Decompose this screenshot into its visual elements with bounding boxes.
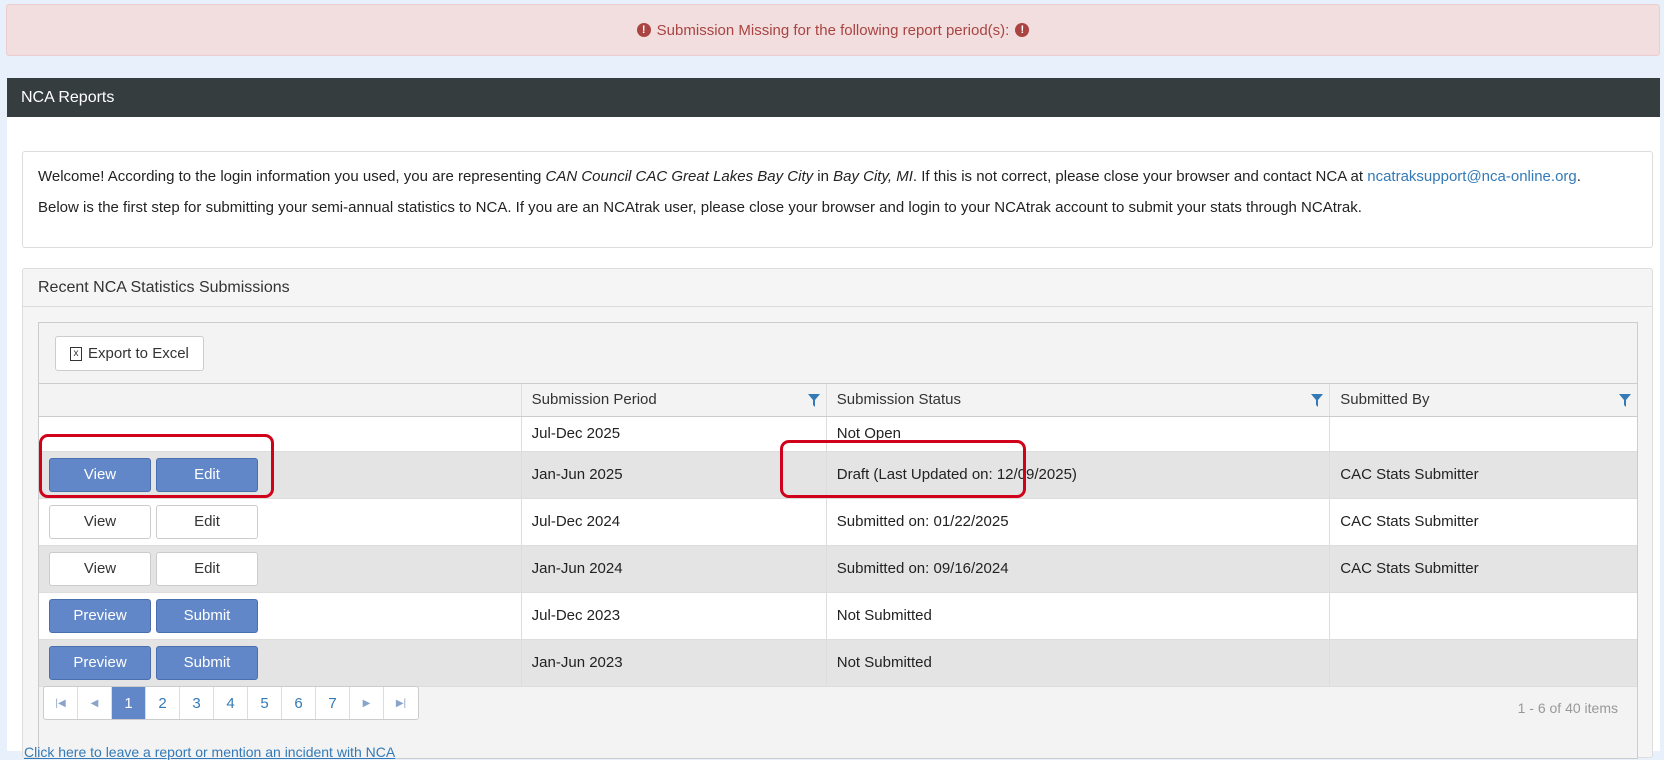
page-button-1[interactable]: 1: [112, 687, 146, 719]
edit-button[interactable]: Edit: [156, 551, 258, 586]
welcome-text-part: Welcome! According to the login informat…: [38, 168, 546, 185]
grid-toolbar: x Export to Excel: [39, 323, 1637, 384]
support-email-link[interactable]: ncatraksupport@nca-online.org: [1367, 168, 1577, 185]
welcome-text-part: .: [1576, 168, 1581, 185]
page-button-2[interactable]: 2: [146, 687, 180, 719]
row-actions-cell: View Edit: [39, 545, 522, 593]
table-header-row: Submission Period Submission Status Subm…: [39, 384, 1637, 417]
table-row: View Edit Jan-Jun 2025 Draft (Last Update…: [39, 451, 1637, 499]
period-cell: Jul-Dec 2025: [521, 416, 827, 452]
panel-title: NCA Reports: [7, 78, 1660, 117]
items-count: 1 - 6 of 40 items: [1517, 700, 1618, 716]
welcome-text: Welcome! According to the login informat…: [38, 168, 1637, 186]
period-cell: Jan-Jun 2023: [521, 639, 827, 687]
submitted-by-cell: CAC Stats Submitter: [1329, 545, 1637, 593]
exclamation-circle-icon: !: [1015, 23, 1030, 37]
export-label: Export to Excel: [88, 345, 189, 362]
edit-button[interactable]: Edit: [156, 457, 258, 492]
column-header-actions: [39, 384, 522, 417]
alert-text: Submission Missing for the following rep…: [656, 21, 1010, 39]
organization-name: CAN Council CAC Great Lakes Bay City: [545, 168, 814, 185]
column-header-label: Submission Status: [836, 391, 961, 409]
table-row: Preview Submit Jan-Jun 2023 Not Submitted: [39, 639, 1637, 687]
welcome-text-part: . If this is not correct, please close y…: [912, 168, 1368, 185]
submitted-by-cell: [1329, 592, 1637, 640]
submissions-table: Submission Period Submission Status Subm…: [39, 384, 1637, 687]
report-incident-link[interactable]: Click here to leave a report or mention …: [24, 744, 395, 760]
preview-button[interactable]: Preview: [49, 598, 151, 633]
status-cell: Draft (Last Updated on: 12/09/2025): [826, 451, 1331, 499]
column-header-label: Submitted By: [1340, 391, 1430, 409]
edit-button[interactable]: Edit: [156, 504, 258, 539]
exclamation-circle-icon: !: [636, 23, 651, 37]
welcome-text-part: in: [813, 168, 834, 185]
submitted-by-cell: CAC Stats Submitter: [1329, 498, 1637, 546]
row-actions-cell: [39, 416, 522, 452]
row-actions-cell: Preview Submit: [39, 639, 522, 687]
nca-reports-panel: NCA Reports Welcome! According to the lo…: [7, 78, 1660, 759]
grid-pager-row: |◀ ◀ 1 2 3 4 5 6 7 ▶ ▶| 1 - 6 of 40 item…: [39, 686, 1637, 730]
submitted-by-cell: CAC Stats Submitter: [1329, 451, 1637, 499]
instructions-text: Below is the first step for submitting y…: [38, 199, 1362, 216]
row-actions-cell: View Edit: [39, 451, 522, 499]
view-button[interactable]: View: [49, 551, 151, 586]
recent-submissions-panel: Recent NCA Statistics Submissions x Expo…: [22, 268, 1653, 759]
first-page-icon[interactable]: |◀: [44, 687, 78, 719]
status-cell: Submitted on: 01/22/2025: [826, 498, 1331, 546]
page-button-3[interactable]: 3: [180, 687, 214, 719]
page-button-4[interactable]: 4: [214, 687, 248, 719]
filter-icon[interactable]: [1311, 394, 1324, 407]
row-actions-cell: Preview Submit: [39, 592, 522, 640]
period-cell: Jul-Dec 2023: [521, 592, 827, 640]
excel-icon: x: [70, 346, 82, 361]
page-button-5[interactable]: 5: [248, 687, 282, 719]
filter-icon[interactable]: [1619, 394, 1631, 407]
submit-button[interactable]: Submit: [156, 645, 258, 680]
page-button-6[interactable]: 6: [282, 687, 316, 719]
page-button-7[interactable]: 7: [316, 687, 350, 719]
period-cell: Jan-Jun 2025: [521, 451, 827, 499]
next-page-icon[interactable]: ▶: [350, 687, 384, 719]
pager: |◀ ◀ 1 2 3 4 5 6 7 ▶ ▶|: [43, 686, 419, 720]
column-header-label: Submission Period: [531, 391, 657, 409]
period-cell: Jan-Jun 2024: [521, 545, 827, 593]
table-row: View Edit Jan-Jun 2024 Submitted on: 09/1…: [39, 545, 1637, 593]
view-button[interactable]: View: [49, 457, 151, 492]
submitted-by-cell: [1329, 416, 1637, 452]
submit-button[interactable]: Submit: [156, 598, 258, 633]
recent-submissions-title: Recent NCA Statistics Submissions: [23, 269, 1652, 307]
welcome-box: Welcome! According to the login informat…: [22, 151, 1653, 248]
row-actions-cell: View Edit: [39, 498, 522, 546]
period-cell: Jul-Dec 2024: [521, 498, 827, 546]
submissions-grid: x Export to Excel Submission Period Subm…: [38, 322, 1638, 759]
table-row: Jul-Dec 2025 Not Open: [39, 416, 1637, 452]
submitted-by-cell: [1329, 639, 1637, 687]
status-cell: Not Open: [826, 416, 1331, 452]
column-header-period[interactable]: Submission Period: [521, 384, 827, 417]
view-button[interactable]: View: [49, 504, 151, 539]
last-page-icon[interactable]: ▶|: [384, 687, 418, 719]
table-row: Preview Submit Jul-Dec 2023 Not Submitted: [39, 592, 1637, 640]
filter-icon[interactable]: [807, 394, 820, 407]
export-to-excel-button[interactable]: x Export to Excel: [55, 336, 204, 371]
organization-city: Bay City, MI: [833, 168, 913, 185]
table-row: View Edit Jul-Dec 2024 Submitted on: 01/2…: [39, 498, 1637, 546]
column-header-submitted-by[interactable]: Submitted By: [1329, 384, 1637, 417]
status-cell: Not Submitted: [826, 639, 1331, 687]
status-cell: Not Submitted: [826, 592, 1331, 640]
missing-submission-alert: ! Submission Missing for the following r…: [6, 4, 1660, 56]
previous-page-icon[interactable]: ◀: [78, 687, 112, 719]
status-cell: Submitted on: 09/16/2024: [826, 545, 1331, 593]
preview-button[interactable]: Preview: [49, 645, 151, 680]
column-header-status[interactable]: Submission Status: [826, 384, 1331, 417]
